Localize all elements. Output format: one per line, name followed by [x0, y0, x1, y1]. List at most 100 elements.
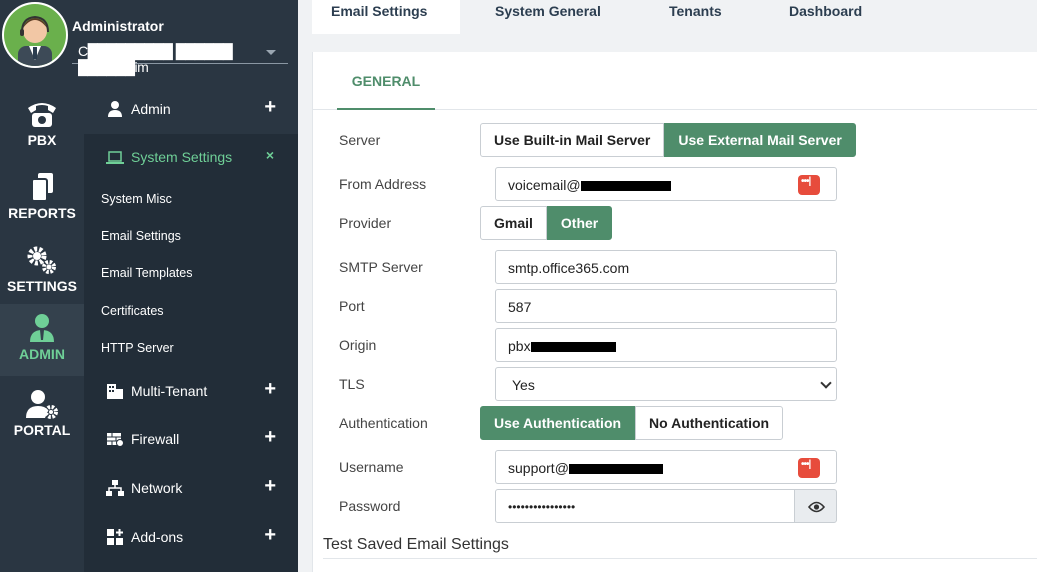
rail-pbx-label: PBX: [27, 132, 57, 148]
origin-input[interactable]: pbx: [495, 328, 837, 362]
tab-email-settings[interactable]: Email Settings: [312, 0, 460, 34]
icon-rail: PBX REPORTS SETTINGS ADMIN PORTAL: [0, 0, 84, 572]
menu-system-settings[interactable]: System Settings ×: [84, 134, 298, 182]
origin-value: pbx: [508, 338, 531, 354]
external-mail-server-button[interactable]: Use External Mail Server: [664, 123, 856, 157]
phone-icon: [28, 103, 56, 127]
top-tabs: Email Settings System General Tenants Da…: [298, 0, 1037, 34]
submenu-http-server[interactable]: HTTP Server: [101, 341, 174, 355]
avatar[interactable]: [2, 2, 68, 68]
menu-addons[interactable]: Add-ons +: [84, 514, 298, 562]
rail-reports-label: REPORTS: [8, 205, 76, 221]
eye-icon: [807, 501, 826, 513]
from-address-input[interactable]: voicemail@: [495, 167, 837, 201]
expand-icon[interactable]: +: [264, 426, 276, 449]
menu-multi-tenant[interactable]: Multi-Tenant +: [84, 368, 298, 416]
server-toggle: Use Built-in Mail Server Use External Ma…: [480, 123, 856, 157]
smtp-server-input[interactable]: smtp.office365.com: [495, 250, 837, 284]
admin-sidebar: Administrator C█████████ ██████ ██████im…: [72, 0, 298, 572]
tab-system-general[interactable]: System General: [495, 0, 601, 34]
menu-admin-label: Admin: [131, 101, 171, 117]
section-divider: [323, 558, 1037, 559]
other-provider-button[interactable]: Other: [546, 206, 613, 240]
rail-admin[interactable]: ADMIN: [0, 304, 84, 376]
collapse-icon[interactable]: ×: [266, 147, 274, 163]
port-label: Port: [339, 298, 365, 314]
building-icon: [107, 384, 123, 399]
show-password-button[interactable]: [794, 489, 837, 523]
laptop-icon: [106, 151, 124, 164]
submenu-system-misc[interactable]: System Misc: [101, 192, 172, 206]
rail-settings-label: SETTINGS: [6, 278, 77, 294]
menu-multi-tenant-label: Multi-Tenant: [131, 383, 208, 399]
password-manager-icon[interactable]: [798, 175, 820, 195]
rail-portal[interactable]: PORTAL: [0, 380, 84, 452]
puzzle-plus-icon: [107, 529, 123, 545]
network-icon: [106, 480, 124, 496]
gmail-button[interactable]: Gmail: [480, 206, 547, 240]
redacted-text: [580, 181, 671, 192]
menu-firewall-label: Firewall: [131, 431, 180, 447]
from-address-value: voicemail@: [508, 177, 581, 193]
rail-pbx[interactable]: PBX: [0, 90, 84, 162]
redacted-text: [568, 464, 663, 475]
card-tabs: GENERAL: [313, 52, 1037, 110]
menu-network[interactable]: Network +: [84, 465, 298, 513]
menu-admin[interactable]: Admin +: [84, 86, 298, 134]
from-address-label: From Address: [339, 176, 427, 192]
no-authentication-button[interactable]: No Authentication: [635, 406, 784, 440]
menu-network-label: Network: [131, 480, 183, 496]
test-settings-title: Test Saved Email Settings: [323, 536, 509, 553]
port-value: 587: [508, 299, 532, 315]
chevron-down-icon: [820, 377, 832, 389]
provider-toggle: Gmail Other: [480, 206, 613, 240]
username-value: support@: [508, 460, 569, 476]
tab-general[interactable]: GENERAL: [337, 52, 435, 110]
redacted-text: [530, 342, 616, 353]
rail-admin-label: ADMIN: [19, 346, 65, 362]
username-input[interactable]: support@: [495, 450, 837, 484]
rail-settings[interactable]: SETTINGS: [0, 236, 84, 308]
password-label: Password: [339, 498, 401, 514]
gears-icon: [27, 246, 56, 274]
rail-portal-label: PORTAL: [13, 422, 71, 438]
user-name: Administrator: [72, 18, 164, 34]
expand-icon[interactable]: +: [264, 524, 276, 547]
expand-icon[interactable]: +: [264, 475, 276, 498]
port-input[interactable]: 587: [495, 289, 837, 323]
submenu-email-settings[interactable]: Email Settings: [101, 229, 181, 243]
menu-addons-label: Add-ons: [131, 529, 184, 545]
password-value: ••••••••••••••••: [508, 500, 576, 514]
use-authentication-button[interactable]: Use Authentication: [480, 406, 636, 440]
submenu-certificates[interactable]: Certificates: [101, 304, 164, 318]
menu-system-settings-label: System Settings: [131, 149, 233, 165]
password-manager-icon[interactable]: [798, 458, 820, 478]
account-name: C█████████ ██████ ██████im: [78, 43, 233, 75]
tab-tenants[interactable]: Tenants: [669, 0, 722, 34]
email-settings-card: GENERAL Server Use Built-in Mail Server …: [312, 52, 1037, 572]
expand-icon[interactable]: +: [264, 378, 276, 401]
tls-value: Yes: [512, 377, 535, 393]
expand-icon[interactable]: +: [264, 96, 276, 119]
builtin-mail-server-button[interactable]: Use Built-in Mail Server: [480, 123, 665, 157]
tls-label: TLS: [339, 376, 365, 392]
user-header: Administrator C█████████ ██████ ██████im: [72, 0, 298, 86]
tab-dashboard[interactable]: Dashboard: [789, 0, 862, 34]
authentication-label: Authentication: [339, 415, 428, 431]
origin-label: Origin: [339, 337, 377, 353]
submenu-email-templates[interactable]: Email Templates: [101, 266, 192, 280]
smtp-server-label: SMTP Server: [339, 259, 423, 275]
server-label: Server: [339, 132, 381, 148]
user-tie-icon: [108, 101, 122, 117]
documents-icon: [31, 173, 53, 202]
rail-reports[interactable]: REPORTS: [0, 163, 84, 235]
tls-select[interactable]: Yes: [495, 367, 837, 401]
smtp-server-value: smtp.office365.com: [508, 260, 630, 276]
account-select[interactable]: C█████████ ██████ ██████im: [72, 40, 288, 75]
firewall-icon: [107, 433, 124, 447]
menu-firewall[interactable]: Firewall +: [84, 416, 298, 464]
admin-user-icon: [30, 314, 54, 342]
user-gear-icon: [26, 390, 58, 419]
provider-label: Provider: [339, 215, 392, 231]
password-input[interactable]: ••••••••••••••••: [495, 489, 795, 523]
